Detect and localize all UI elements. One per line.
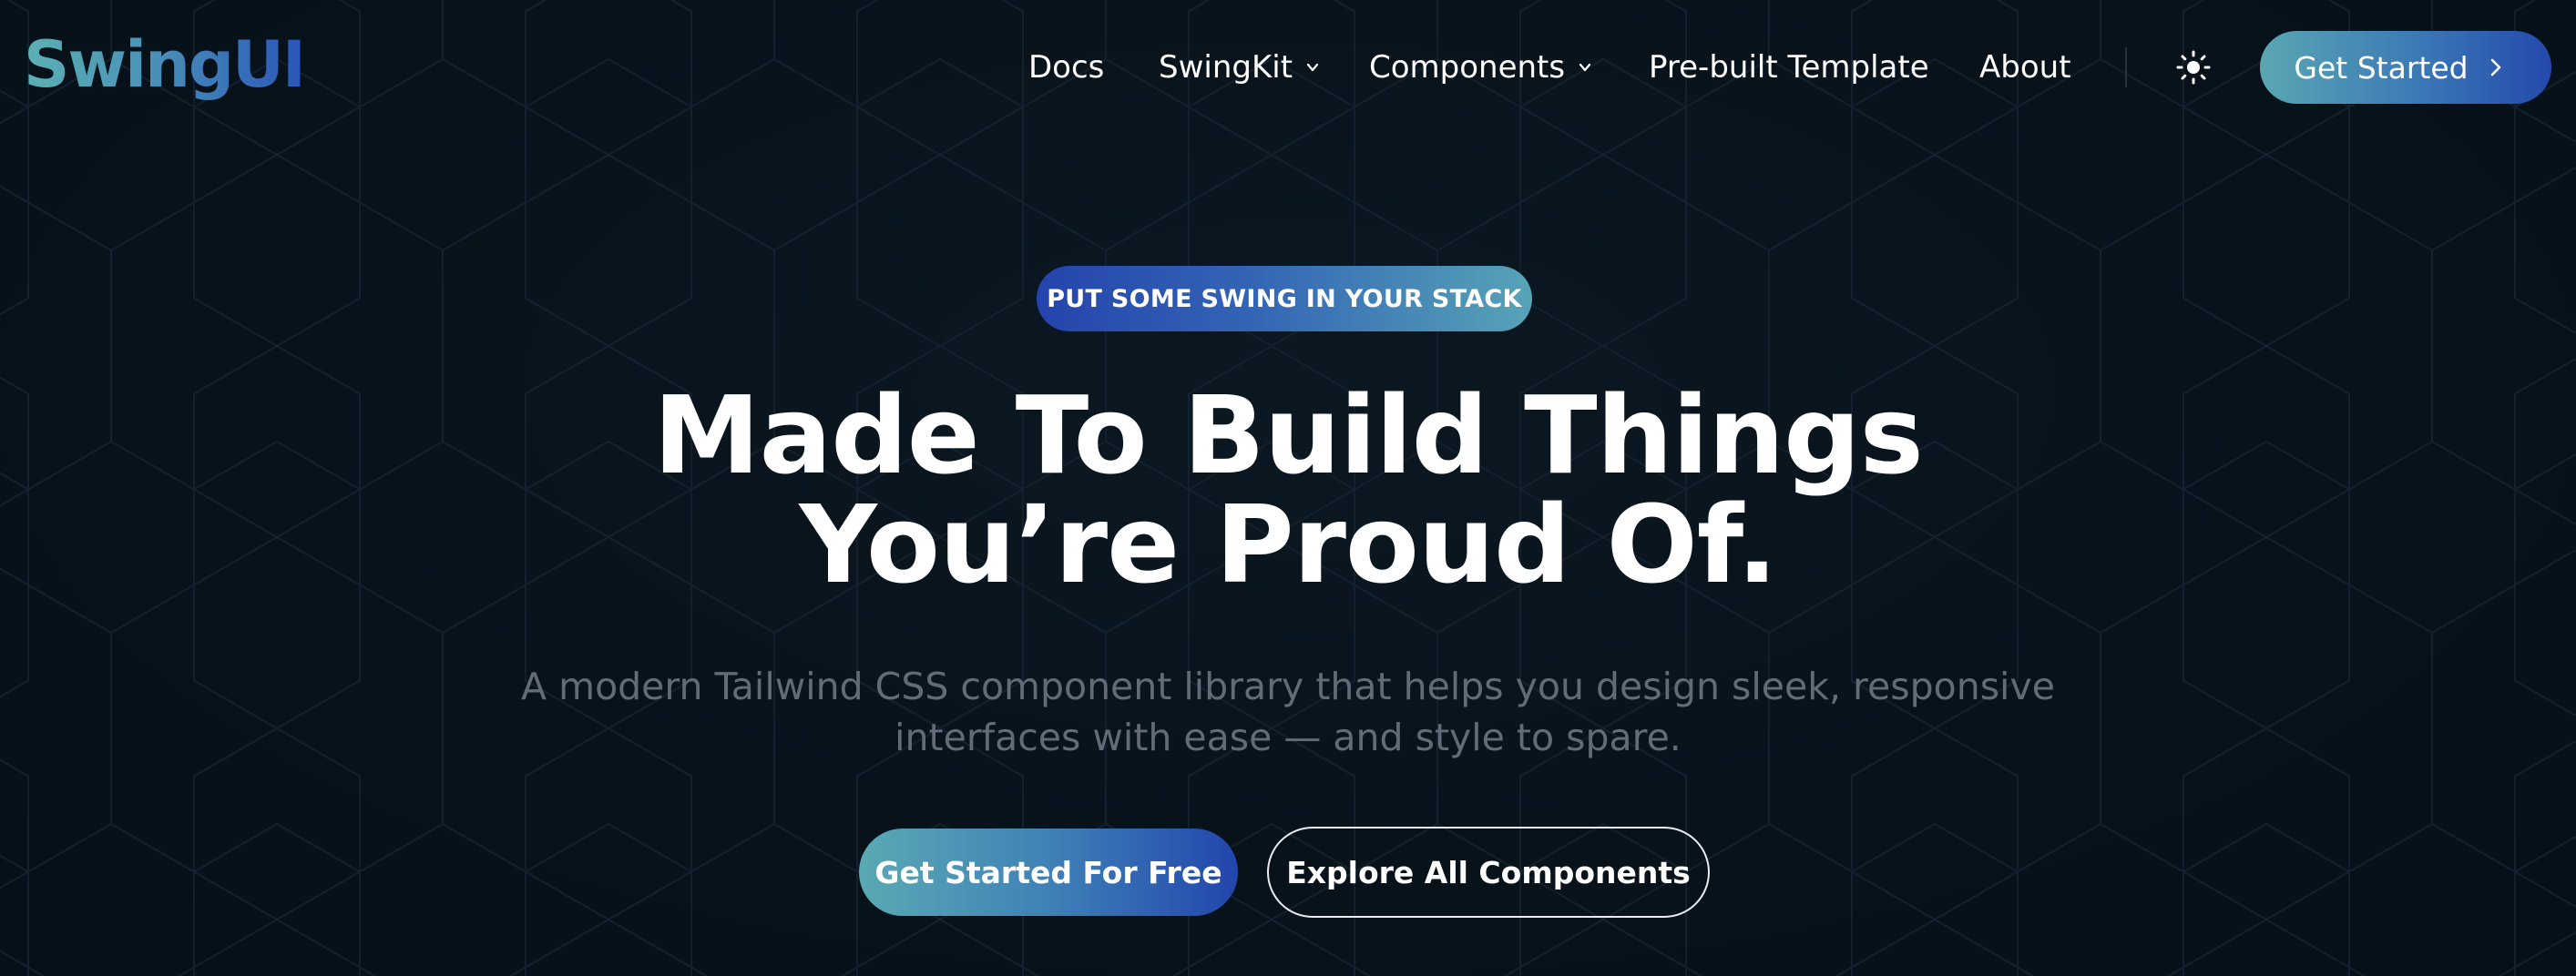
sun-icon[interactable] <box>2175 49 2212 86</box>
hero-headline: Made To Build Things You’re Proud Of. <box>377 381 2199 599</box>
site-header: SwingUI Docs SwingKit Components Pre-bui… <box>0 0 2576 135</box>
landing-page: SwingUI Docs SwingKit Components Pre-bui… <box>0 0 2576 976</box>
hero-headline-line1: Made To Build Things <box>653 372 1924 498</box>
get-started-free-button[interactable]: Get Started For Free <box>859 829 1238 916</box>
chevron-down-icon <box>1579 63 1591 72</box>
hero-subtext-line2: interfaces with ease — and style to spar… <box>894 716 1682 759</box>
explore-components-button[interactable]: Explore All Components <box>1267 827 1710 918</box>
nav-components-label: Components <box>1369 49 1566 86</box>
chevron-down-icon <box>1306 63 1319 72</box>
nav-components[interactable]: Components <box>1369 42 1592 93</box>
nav-prebuilt-template[interactable]: Pre-built Template <box>1649 42 1929 93</box>
nav-swingkit[interactable]: SwingKit <box>1159 42 1320 93</box>
logo[interactable]: SwingUI <box>24 24 306 106</box>
nav-about[interactable]: About <box>1979 42 2071 93</box>
hero-subtext-line1: A modern Tailwind CSS component library … <box>521 665 2055 708</box>
chevron-right-icon <box>2490 58 2500 76</box>
nav-divider <box>2125 47 2127 87</box>
eyebrow-badge: PUT SOME SWING IN YOUR STACK <box>1037 266 1532 331</box>
nav-swingkit-label: SwingKit <box>1159 49 1293 86</box>
hero-headline-line2: You’re Proud Of. <box>799 482 1777 607</box>
get-started-label: Get Started <box>2294 49 2469 86</box>
get-started-button[interactable]: Get Started <box>2260 31 2551 104</box>
nav-docs[interactable]: Docs <box>1028 42 1104 93</box>
hero-subtext: A modern Tailwind CSS component library … <box>468 661 2108 763</box>
